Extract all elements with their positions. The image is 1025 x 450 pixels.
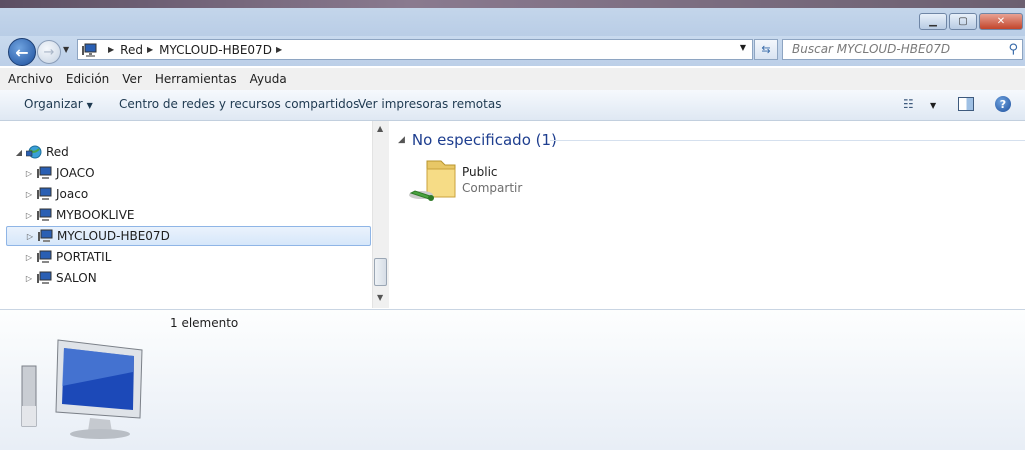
forward-button[interactable]: → bbox=[37, 40, 61, 64]
back-arrow-icon: ← bbox=[15, 42, 29, 62]
tree-label-red: Red bbox=[46, 145, 69, 159]
refresh-button[interactable]: ⇆ bbox=[754, 39, 778, 60]
tree-item-joaco[interactable]: ▷ Joaco bbox=[24, 184, 88, 204]
command-bar: Organizar ▼ Centro de redes y recursos co… bbox=[0, 90, 1025, 121]
collapsed-triangle-icon[interactable]: ▷ bbox=[24, 190, 34, 199]
details-pane bbox=[0, 309, 1025, 450]
forward-arrow-icon: → bbox=[43, 44, 55, 60]
shared-folder-icon[interactable] bbox=[407, 155, 457, 205]
scroll-thumb[interactable] bbox=[374, 258, 387, 286]
refresh-icon: ⇆ bbox=[761, 43, 771, 56]
navigation-scrollbar[interactable]: ▲ ▼ bbox=[372, 121, 389, 308]
group-divider bbox=[550, 140, 1025, 141]
tree-label: MYCLOUD-HBE07D bbox=[57, 229, 170, 243]
view-printers-button[interactable]: Ver impresoras remotas bbox=[358, 97, 501, 111]
tree-item-mybooklive[interactable]: ▷ MYBOOKLIVE bbox=[24, 205, 135, 225]
computer-icon bbox=[37, 166, 52, 179]
tree-label: JOACO bbox=[56, 166, 95, 180]
computer-icon bbox=[37, 187, 52, 200]
breadcrumb-red[interactable]: Red bbox=[120, 43, 143, 57]
search-icon[interactable]: ⚲ bbox=[1008, 40, 1018, 59]
window-controls: ▁ ▢ ✕ bbox=[919, 13, 1023, 30]
search-placeholder: Buscar MYCLOUD-HBE07D bbox=[792, 42, 951, 56]
breadcrumb-mycloud[interactable]: MYCLOUD-HBE07D bbox=[159, 43, 272, 57]
computer-icon bbox=[37, 271, 52, 284]
computer-icon bbox=[21, 339, 143, 439]
group-collapse-icon[interactable]: ◢ bbox=[398, 135, 405, 145]
search-input[interactable]: Buscar MYCLOUD-HBE07D ⚲ bbox=[782, 39, 1023, 60]
menu-bar: Archivo Edición Ver Herramientas Ayuda bbox=[0, 68, 1025, 91]
content-pane bbox=[390, 121, 1025, 308]
menu-edicion[interactable]: Edición bbox=[66, 72, 109, 86]
navigation-pane: ◢ Red ▷ JOACO ▷ Joaco ▷ MYBOOKLIVE ▷ MYC… bbox=[0, 121, 372, 308]
tree-label: PORTATIL bbox=[56, 250, 112, 264]
address-bar[interactable]: ▶ Red ▶ MYCLOUD-HBE07D ▶ ▼ bbox=[77, 39, 753, 60]
change-view-icon[interactable]: ☷ bbox=[903, 97, 929, 113]
tree-label: SALON bbox=[56, 271, 97, 285]
maximize-button[interactable]: ▢ bbox=[949, 13, 977, 30]
organize-button[interactable]: Organizar ▼ bbox=[24, 97, 93, 111]
minimize-button[interactable]: ▁ bbox=[919, 13, 947, 30]
help-icon[interactable]: ? bbox=[995, 96, 1011, 112]
tree-item-portatil[interactable]: ▷ PORTATIL bbox=[24, 247, 111, 267]
breadcrumb: ▶ Red ▶ MYCLOUD-HBE07D ▶ bbox=[104, 43, 288, 57]
expanded-triangle-icon[interactable]: ◢ bbox=[14, 148, 24, 157]
window-top-strip bbox=[0, 0, 1025, 8]
menu-ver[interactable]: Ver bbox=[122, 72, 142, 86]
close-button[interactable]: ✕ bbox=[979, 13, 1023, 30]
collapsed-triangle-icon[interactable]: ▷ bbox=[24, 211, 34, 220]
chevron-right-icon[interactable]: ▶ bbox=[108, 45, 114, 54]
chevron-down-icon: ▼ bbox=[86, 101, 93, 110]
menu-ayuda[interactable]: Ayuda bbox=[250, 72, 287, 86]
chevron-right-icon[interactable]: ▶ bbox=[276, 45, 282, 54]
network-center-button[interactable]: Centro de redes y recursos compartidos bbox=[119, 97, 359, 111]
computer-icon bbox=[38, 229, 53, 242]
computer-icon bbox=[37, 208, 52, 221]
scroll-down-icon[interactable]: ▼ bbox=[377, 293, 383, 302]
tree-item-salon[interactable]: ▷ SALON bbox=[24, 268, 97, 288]
recent-pages-dropdown[interactable]: ▼ bbox=[63, 45, 69, 54]
share-name[interactable]: Public bbox=[462, 165, 498, 179]
menu-herramientas[interactable]: Herramientas bbox=[155, 72, 237, 86]
address-dropdown-icon[interactable]: ▼ bbox=[740, 43, 746, 52]
item-count: 1 elemento bbox=[170, 316, 239, 330]
group-title: No especificado (1) bbox=[411, 131, 557, 149]
collapsed-triangle-icon[interactable]: ▷ bbox=[25, 232, 35, 241]
back-button[interactable]: ← bbox=[8, 38, 36, 66]
collapsed-triangle-icon[interactable]: ▷ bbox=[24, 253, 34, 262]
scroll-up-icon[interactable]: ▲ bbox=[377, 124, 383, 133]
tree-item-mycloud[interactable]: ▷ MYCLOUD-HBE07D bbox=[6, 226, 371, 246]
preview-pane-icon[interactable] bbox=[958, 97, 974, 111]
share-type: Compartir bbox=[462, 181, 523, 195]
tree-item-joaco-upper[interactable]: ▷ JOACO bbox=[24, 163, 95, 183]
tree-item-red[interactable]: ◢ Red bbox=[14, 142, 69, 162]
network-computer-icon bbox=[82, 43, 97, 57]
tree-label: MYBOOKLIVE bbox=[56, 208, 135, 222]
tree-label: Joaco bbox=[56, 187, 89, 201]
title-bar: ▁ ▢ ✕ bbox=[0, 0, 1025, 36]
chevron-right-icon[interactable]: ▶ bbox=[147, 45, 153, 54]
view-options-dropdown[interactable]: ▼ bbox=[930, 101, 936, 110]
collapsed-triangle-icon[interactable]: ▷ bbox=[24, 169, 34, 178]
computer-icon bbox=[37, 250, 52, 263]
menu-archivo[interactable]: Archivo bbox=[8, 72, 53, 86]
network-globe-icon bbox=[26, 145, 42, 159]
organize-label: Organizar bbox=[24, 97, 83, 111]
group-header[interactable]: ◢ No especificado (1) bbox=[398, 131, 557, 149]
collapsed-triangle-icon[interactable]: ▷ bbox=[24, 274, 34, 283]
